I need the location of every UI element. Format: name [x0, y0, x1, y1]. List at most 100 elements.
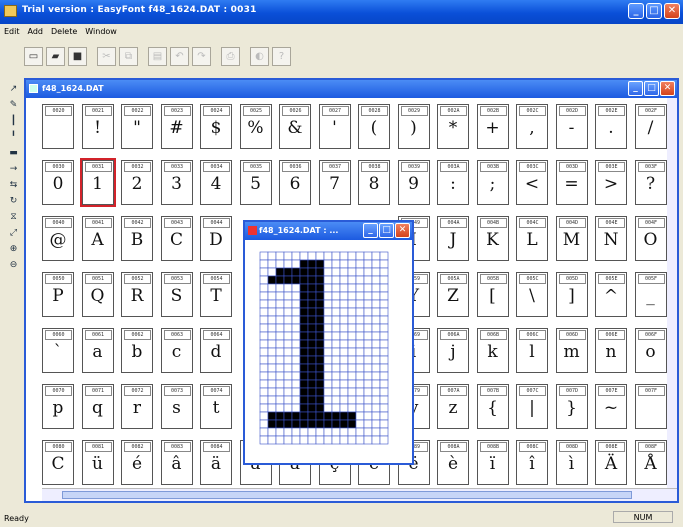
- glyph-cell[interactable]: 0044 D: [200, 216, 232, 261]
- glyph-cell[interactable]: 004B K: [476, 216, 509, 261]
- glyph-cell[interactable]: 004C L: [516, 216, 548, 261]
- glyph-cell[interactable]: 008C î: [516, 440, 548, 485]
- glyph-cell[interactable]: 003B;: [476, 160, 509, 205]
- glyph-cell[interactable]: 0028 (: [358, 104, 390, 149]
- glyph-cell[interactable]: 005C \: [516, 272, 548, 317]
- glyph-cell[interactable]: 0051 Q: [81, 272, 114, 317]
- glyph-cell[interactable]: 0061 a: [81, 328, 114, 373]
- glyph-cell[interactable]: 0022 ": [121, 104, 153, 149]
- glyph-cell[interactable]: 005D]: [555, 272, 588, 317]
- rotate-icon[interactable]: ↻: [6, 194, 21, 208]
- glyph-cell[interactable]: 002E.: [595, 104, 627, 149]
- pixel-grid-editor[interactable]: [258, 250, 398, 450]
- glyph-cell[interactable]: 0064 d: [200, 328, 232, 373]
- cut-icon[interactable]: ✂: [97, 46, 116, 66]
- editor-maximize-button[interactable]: □: [379, 223, 394, 238]
- glyph-cell[interactable]: 003E >: [595, 160, 627, 205]
- glyph-cell[interactable]: 0081 ü: [81, 440, 114, 485]
- glyph-cell[interactable]: 0023 #: [160, 104, 193, 149]
- glyph-cell[interactable]: 006D m: [555, 328, 588, 373]
- glyph-cell[interactable]: 0071 q: [81, 384, 114, 429]
- glyph-cell[interactable]: 002D -: [555, 104, 588, 149]
- glyph-cell[interactable]: 0052 R: [121, 272, 153, 317]
- pencil-icon[interactable]: ✎: [6, 98, 21, 112]
- glyph-cell[interactable]: 007B {: [476, 384, 509, 429]
- help-icon[interactable]: ?: [272, 46, 291, 66]
- glyph-cell[interactable]: 0072 r: [121, 384, 153, 429]
- line-vertical-icon[interactable]: ┃: [6, 114, 21, 128]
- redo-icon[interactable]: ↷: [192, 46, 211, 66]
- glyph-cell[interactable]: 004A J: [437, 216, 469, 261]
- glyph-cell[interactable]: 0082 é: [121, 440, 153, 485]
- editor-minimize-button[interactable]: _: [363, 223, 378, 238]
- menu-window[interactable]: Window: [85, 27, 117, 36]
- glyph-cell[interactable]: 0029): [397, 104, 430, 149]
- glyph-cell[interactable]: 008B ï: [476, 440, 509, 485]
- close-button[interactable]: ✕: [664, 3, 680, 19]
- scrollbar-thumb[interactable]: [62, 491, 632, 499]
- glyph-cell[interactable]: 006E n: [595, 328, 627, 373]
- glyph-cell[interactable]: 007A z: [437, 384, 469, 429]
- glyph-cell[interactable]: 003C <: [516, 160, 548, 205]
- glyph-cell[interactable]: 0054 T: [200, 272, 232, 317]
- glyph-cell[interactable]: 0025%: [239, 104, 272, 149]
- glyph-cell[interactable]: 0040 @: [42, 216, 74, 261]
- open-folder-icon[interactable]: ▰: [46, 46, 65, 66]
- glyph-cell[interactable]: 005B [: [476, 272, 509, 317]
- glyph-cell[interactable]: 004E N: [595, 216, 627, 261]
- save-icon[interactable]: ■: [68, 46, 87, 66]
- menu-delete[interactable]: Delete: [51, 27, 77, 36]
- rectangle-icon[interactable]: ▬: [6, 146, 21, 160]
- glyph-cell[interactable]: 0063 c: [160, 328, 193, 373]
- flip-icon[interactable]: ⇆: [6, 178, 21, 192]
- glyph-cell[interactable]: 003F?: [634, 160, 667, 205]
- copy-icon[interactable]: ⧉: [119, 46, 138, 66]
- glyph-cell[interactable]: 0039 9: [397, 160, 430, 205]
- glyph-cell[interactable]: 002A *: [437, 104, 469, 149]
- zoom-in-icon[interactable]: ⊕: [6, 242, 21, 256]
- mirror-icon[interactable]: ⧖: [6, 210, 21, 224]
- line-vertical-icon-2[interactable]: ╹: [6, 130, 21, 144]
- glyph-cell[interactable]: 003D =: [555, 160, 588, 205]
- preview-icon[interactable]: ◐: [250, 46, 269, 66]
- glyph-cell[interactable]: 007F: [634, 384, 667, 429]
- glyph-cell[interactable]: 0038 8: [358, 160, 390, 205]
- horizontal-scrollbar[interactable]: [42, 488, 677, 501]
- glyph-cell[interactable]: 006B k: [476, 328, 509, 373]
- paste-icon[interactable]: ▤: [148, 46, 167, 66]
- glyph-cell[interactable]: 0070 p: [42, 384, 74, 429]
- glyph-cell[interactable]: 003A:: [437, 160, 469, 205]
- glyph-cell[interactable]: 0036 6: [279, 160, 311, 205]
- glyph-cell[interactable]: 0083 â: [160, 440, 193, 485]
- glyph-cell[interactable]: 006A j: [437, 328, 469, 373]
- glyph-cell[interactable]: 002C,: [516, 104, 548, 149]
- menu-edit[interactable]: Edit: [4, 27, 20, 36]
- arrow-right-icon[interactable]: →: [6, 162, 21, 176]
- glyph-cell[interactable]: 007D}: [555, 384, 588, 429]
- glyph-cell[interactable]: 0024 $: [200, 104, 232, 149]
- glyph-cell[interactable]: 0027 ': [318, 104, 351, 149]
- glyph-cell[interactable]: 0053 S: [160, 272, 193, 317]
- glyph-cell[interactable]: 0041 A: [81, 216, 114, 261]
- stretch-icon[interactable]: ⤢: [6, 226, 21, 240]
- pointer-icon[interactable]: ↗: [6, 82, 21, 96]
- glyph-cell[interactable]: 007C |: [516, 384, 548, 429]
- glyph-cell[interactable]: 0050 P: [42, 272, 74, 317]
- glyph-cell[interactable]: 008E Ä: [595, 440, 627, 485]
- child-close-button[interactable]: ✕: [660, 81, 675, 96]
- glyph-cell[interactable]: 006F o: [634, 328, 667, 373]
- glyph-cell[interactable]: 0035 5: [239, 160, 272, 205]
- glyph-cell[interactable]: 0042 B: [121, 216, 153, 261]
- glyph-cell[interactable]: 0060 `: [42, 328, 74, 373]
- glyph-cell[interactable]: 0037 7: [318, 160, 351, 205]
- glyph-cell[interactable]: 0062 b: [121, 328, 153, 373]
- print-icon[interactable]: ⎙: [221, 46, 240, 66]
- glyph-cell[interactable]: 0034 4: [200, 160, 232, 205]
- glyph-cell[interactable]: 008D ì: [555, 440, 588, 485]
- minimize-button[interactable]: _: [628, 3, 644, 19]
- child-maximize-button[interactable]: □: [644, 81, 659, 96]
- glyph-cell[interactable]: 005F _: [634, 272, 667, 317]
- glyph-cell[interactable]: 0080 C: [42, 440, 74, 485]
- zoom-out-icon[interactable]: ⊖: [6, 258, 21, 272]
- glyph-cell[interactable]: 0030 0: [42, 160, 74, 205]
